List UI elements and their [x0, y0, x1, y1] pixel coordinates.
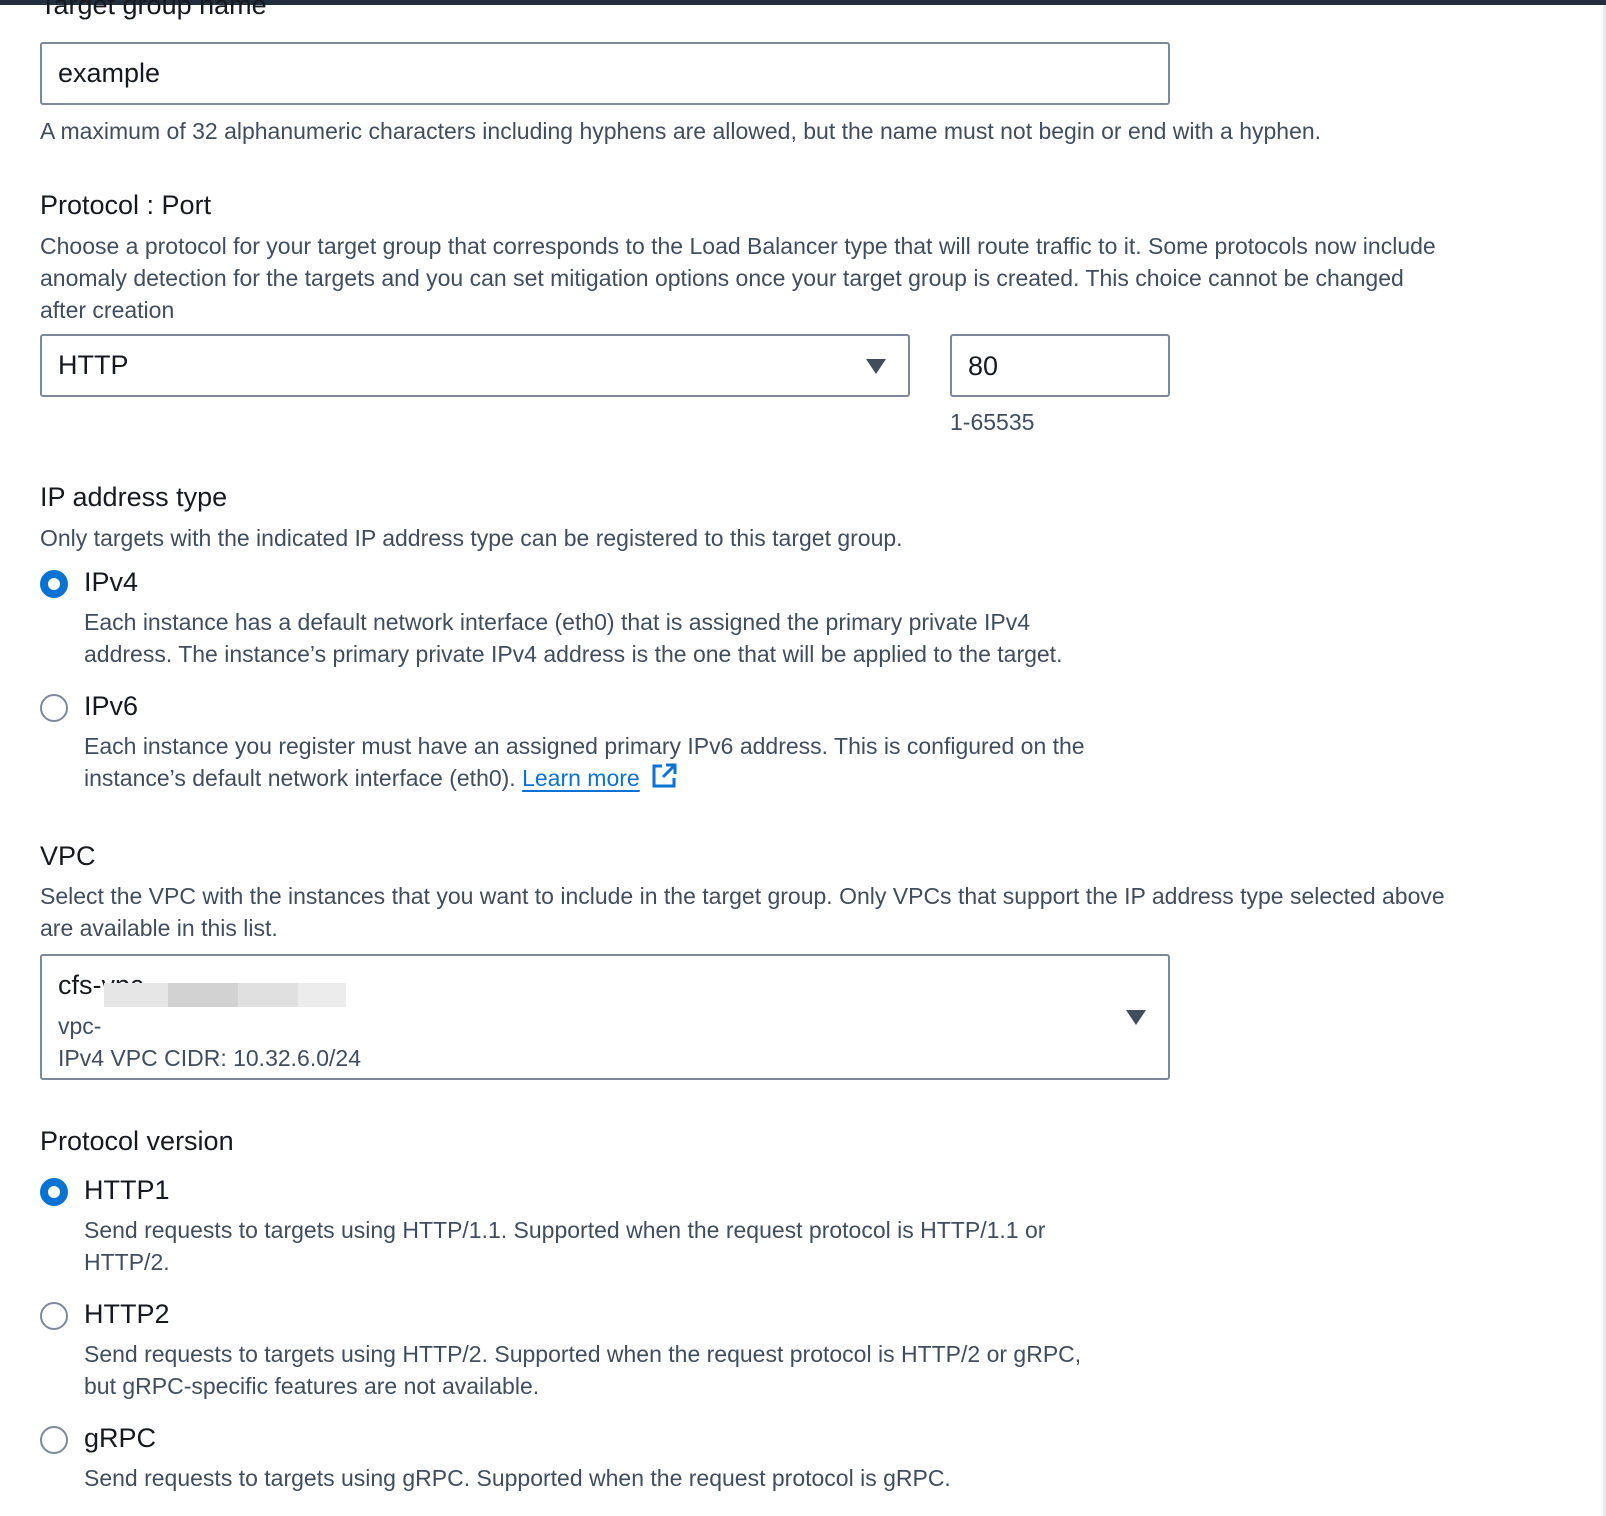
- http2-option-label[interactable]: HTTP2: [84, 1299, 170, 1330]
- port-hint: 1-65535: [950, 409, 1035, 435]
- redacted-vpc-id: [238, 983, 298, 1007]
- target-group-name-label: Target group name: [40, 0, 267, 20]
- ipv6-option-desc-line1: Each instance you register must have an …: [84, 733, 1085, 759]
- vpc-select[interactable]: cfs-vpc vpc- IPv4 VPC CIDR: 10.32.6.0/24: [40, 954, 1170, 1080]
- vpc-label: VPC: [40, 841, 96, 871]
- redacted-vpc-id: [168, 983, 238, 1007]
- protocol-port-label: Protocol : Port: [40, 190, 212, 220]
- caret-down-icon: [866, 359, 886, 374]
- ipv6-radio[interactable]: [40, 694, 68, 722]
- vpc-description-line2: are available in this list.: [40, 915, 278, 941]
- ip-address-type-description: Only targets with the indicated IP addre…: [40, 525, 903, 551]
- ipv6-option-label[interactable]: IPv6: [84, 691, 138, 722]
- port-input[interactable]: 80: [950, 334, 1170, 397]
- protocol-port-description-line3: after creation: [40, 297, 175, 323]
- http1-option-desc-line2: HTTP/2.: [84, 1249, 170, 1275]
- target-group-name-hint: A maximum of 32 alphanumeric characters …: [40, 118, 1322, 144]
- ipv4-option-label[interactable]: IPv4: [84, 567, 138, 598]
- external-link-icon[interactable]: [650, 762, 678, 798]
- http2-option-desc-line2: but gRPC-specific features are not avail…: [84, 1373, 540, 1399]
- ip-address-type-label: IP address type: [40, 482, 228, 512]
- protocol-version-label: Protocol version: [40, 1126, 234, 1156]
- http2-option-desc-line1: Send requests to targets using HTTP/2. S…: [84, 1341, 1082, 1367]
- protocol-select[interactable]: HTTP: [40, 334, 910, 397]
- vpc-selected-cidr: IPv4 VPC CIDR: 10.32.6.0/24: [58, 1045, 361, 1071]
- vpc-selected-id: vpc-: [58, 1013, 102, 1039]
- learn-more-link[interactable]: Learn more: [522, 765, 640, 791]
- http1-option-label[interactable]: HTTP1: [84, 1175, 170, 1206]
- protocol-select-value: HTTP: [58, 350, 129, 380]
- http2-radio[interactable]: [40, 1302, 68, 1330]
- caret-down-icon: [1126, 1010, 1146, 1025]
- grpc-option-desc-line1: Send requests to targets using gRPC. Sup…: [84, 1465, 951, 1491]
- protocol-port-description-line1: Choose a protocol for your target group …: [40, 233, 1436, 259]
- vpc-description-line1: Select the VPC with the instances that y…: [40, 883, 1445, 909]
- ipv6-option-desc-line2-wrap: instance’s default network interface (et…: [84, 762, 678, 798]
- protocol-port-description-line2: anomaly detection for the targets and yo…: [40, 265, 1404, 291]
- grpc-option-label[interactable]: gRPC: [84, 1423, 156, 1454]
- http1-option-desc-line1: Send requests to targets using HTTP/1.1.…: [84, 1217, 1046, 1243]
- http1-radio[interactable]: [40, 1178, 68, 1206]
- grpc-radio[interactable]: [40, 1426, 68, 1454]
- ipv4-option-desc-line2: address. The instance’s primary private …: [84, 641, 1063, 667]
- redacted-vpc-id: [298, 983, 346, 1007]
- port-value: 80: [968, 351, 999, 381]
- ipv4-radio[interactable]: [40, 570, 68, 598]
- target-group-name-value: example: [58, 58, 161, 88]
- redacted-vpc-id: [104, 983, 168, 1007]
- ipv6-option-desc-line2: instance’s default network interface (et…: [84, 765, 516, 791]
- target-group-name-input[interactable]: example: [40, 42, 1170, 105]
- ipv4-option-desc-line1: Each instance has a default network inte…: [84, 609, 1031, 635]
